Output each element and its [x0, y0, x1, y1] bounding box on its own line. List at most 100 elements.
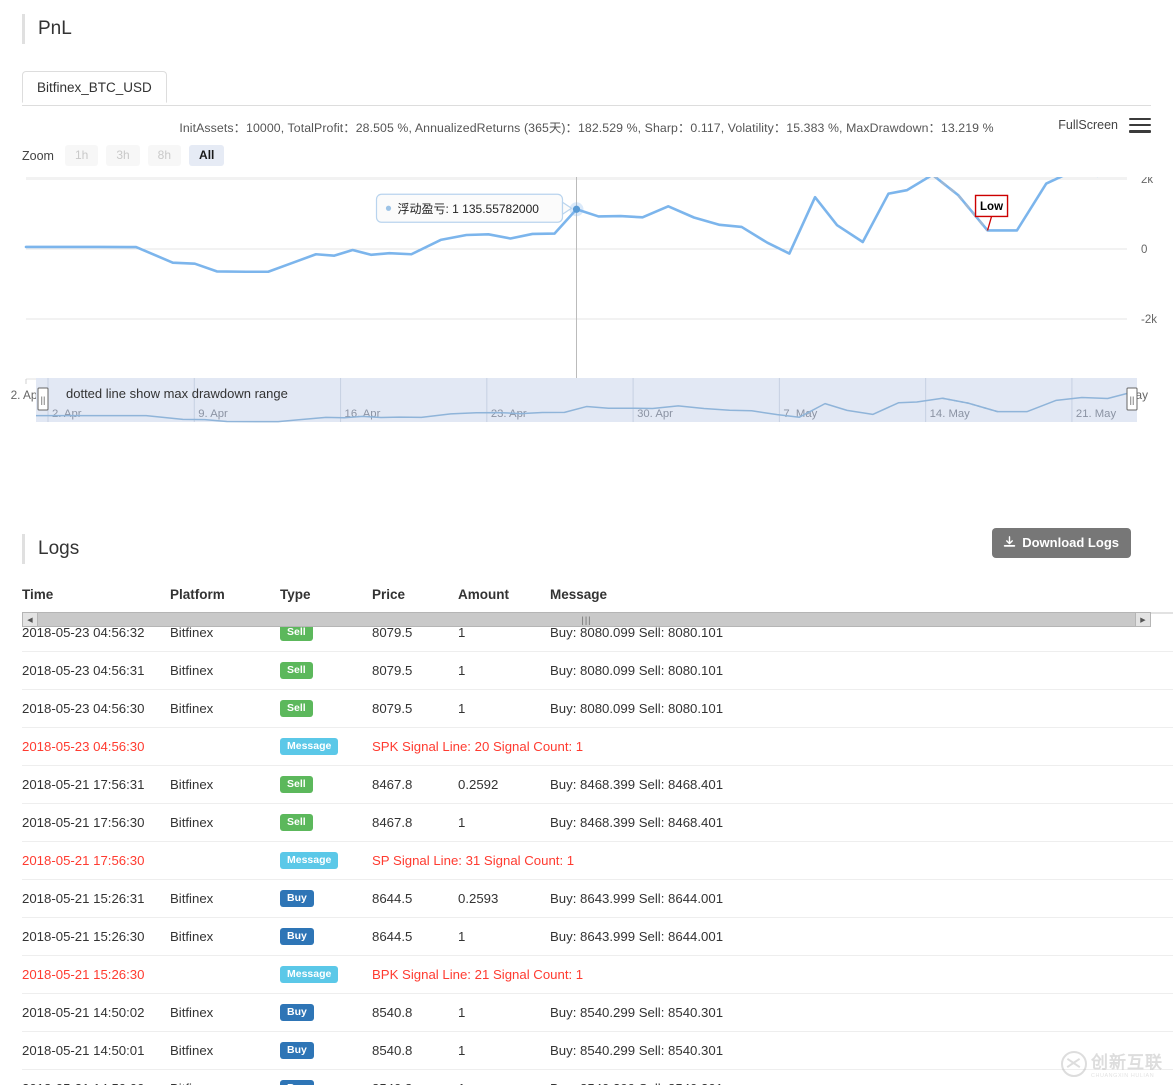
cell-platform: Bitfinex — [170, 1069, 280, 1085]
cell-price: 8540.8 — [372, 993, 458, 1033]
cell-message: Buy: 8540.299 Sell: 8540.301 — [550, 993, 1173, 1033]
scroll-right-arrow[interactable]: ▶ — [1135, 613, 1150, 626]
pnl-panel-header: PnL — [0, 0, 1173, 58]
cell-platform: Bitfinex — [170, 879, 280, 919]
column-header-platform[interactable]: Platform — [170, 578, 280, 614]
cell-type: Sell — [280, 689, 372, 729]
y-axis-tick-label: -2k — [1141, 314, 1157, 326]
cell-type: Sell — [280, 765, 372, 805]
cell-amount: 0.2592 — [458, 765, 550, 805]
download-icon — [1003, 536, 1016, 547]
cell-price: 8540.8 — [372, 1031, 458, 1071]
cell-platform: Bitfinex — [170, 917, 280, 957]
chart-navigator[interactable]: dotted line show max drawdown range 2. A… — [0, 374, 1173, 434]
cell-type: Buy — [280, 917, 372, 957]
cell-message: Buy: 8540.299 Sell: 8540.301 — [550, 1031, 1173, 1071]
cell-price: 8467.8 — [372, 803, 458, 843]
y-axis-tick-label: 2k — [1141, 177, 1153, 186]
column-header-time[interactable]: Time — [22, 578, 170, 614]
cell-type: Sell — [280, 651, 372, 691]
navigator-tick-label: 14. May — [930, 408, 971, 420]
page-title: PnL — [38, 18, 72, 39]
cell-amount: 1 — [458, 803, 550, 843]
handle-grip: || — [1130, 395, 1135, 405]
handle-grip: || — [41, 395, 46, 405]
cell-price: 8079.5 — [372, 689, 458, 729]
cell-amount: 0.2593 — [458, 879, 550, 919]
logs-title: Logs — [38, 538, 80, 559]
low-flag[interactable]: Low — [974, 194, 1009, 231]
navigator-tick-label: 2. Apr — [52, 408, 82, 420]
cell-amount: 1 — [458, 1031, 550, 1071]
table-row: 2018-05-21 14:50:01 Bitfinex Buy 8540.8 1 Buy… — [22, 1031, 1173, 1071]
status-badge: Sell — [280, 700, 313, 718]
zoom-button-3h[interactable]: 3h — [106, 145, 140, 166]
table-row: 2018-05-21 15:26:30 Message BPK Signal Lin… — [22, 955, 1173, 995]
cell-platform: Bitfinex — [170, 651, 280, 691]
scrollbar-grip[interactable]: ||| — [581, 615, 591, 625]
tab-bitfinex-btc-usd[interactable]: Bitfinex_BTC_USD — [22, 71, 167, 103]
cell-message-text: SP Signal Line: 31 Signal Count: 1 — [372, 841, 1173, 881]
y-axis-tick-label: 0 — [1141, 244, 1147, 256]
cell-price: 8079.5 — [372, 651, 458, 691]
highlight-point[interactable] — [572, 205, 581, 213]
horizontal-scrollbar[interactable]: ◀ ||| ▶ — [22, 612, 1151, 627]
cell-time: 2018-05-21 17:56:31 — [22, 765, 170, 805]
status-badge: Buy — [280, 1080, 314, 1085]
cell-time: 2018-05-23 04:56:30 — [22, 689, 170, 729]
cell-price: 8644.5 — [372, 879, 458, 919]
cell-price: 8644.5 — [372, 917, 458, 957]
cell-message: Buy: 8540.299 Sell: 8540.301 — [550, 1069, 1173, 1085]
chart-tooltip: 浮动盈亏: 1 135.55782000 — [375, 193, 573, 223]
scroll-left-arrow[interactable]: ◀ — [23, 613, 38, 626]
table-row: 2018-05-21 17:56:30 Message SP Signal Line… — [22, 841, 1173, 881]
navigator-left-handle[interactable]: || — [37, 387, 49, 411]
cell-amount: 1 — [458, 1069, 550, 1085]
table-row: 2018-05-21 14:50:00BitfinexBuy 8540.81Buy… — [22, 1069, 1173, 1085]
cell-message-text: BPK Signal Line: 21 Signal Count: 1 — [372, 955, 1173, 995]
cell-time: 2018-05-21 15:26:30 — [22, 917, 170, 957]
logs-panel-header: Logs Download Logs — [0, 520, 1173, 578]
table-row: 2018-05-23 04:56:31 Bitfinex Sell 8079.5 1 Bu… — [22, 651, 1173, 691]
cell-time: 2018-05-23 04:56:31 — [22, 651, 170, 691]
cell-time: 2018-05-21 15:26:30 — [22, 955, 170, 995]
column-header-message[interactable]: Message — [550, 578, 1173, 614]
download-logs-button[interactable]: Download Logs — [992, 528, 1131, 558]
cell-platform — [170, 727, 280, 767]
logs-table-body: 2018-05-23 04:56:32 Bitfinex Sell 8079.5 1 Bu… — [22, 613, 1173, 1085]
cell-amount: 1 — [458, 917, 550, 957]
table-header-row: Time Platform Type Price Amount Message — [22, 578, 1173, 614]
zoom-button-1h[interactable]: 1h — [64, 145, 99, 166]
hamburger-menu-icon[interactable] — [1129, 114, 1151, 136]
fullscreen-control[interactable]: FullScreen — [1058, 114, 1151, 136]
navigator-tick-label: 9. Apr — [198, 408, 228, 420]
logs-accent-bar — [22, 534, 25, 564]
cell-amount: 1 — [458, 651, 550, 691]
chart-stats-line: InitAssets：10000, TotalProfit：28.505 %, … — [179, 121, 994, 135]
download-logs-label: Download Logs — [1022, 535, 1119, 550]
status-badge: Buy — [280, 1042, 314, 1060]
cell-time: 2018-05-23 04:56:30 — [22, 727, 170, 767]
cell-type: Message — [280, 955, 372, 995]
navigator-right-handle[interactable]: || — [1126, 387, 1138, 411]
table-row: 2018-05-21 15:26:31 Bitfinex Buy 8644.5 0.25… — [22, 879, 1173, 919]
status-badge: Sell — [280, 776, 313, 794]
cell-time: 2018-05-21 15:26:31 — [22, 879, 170, 919]
low-flag-label: Low — [980, 201, 1003, 213]
column-header-amount[interactable]: Amount — [458, 578, 550, 614]
cell-platform: Bitfinex — [170, 1031, 280, 1071]
zoom-button-8h[interactable]: 8h — [147, 145, 182, 166]
table-row: 2018-05-21 17:56:30 Bitfinex Sell 8467.8 1 Bu… — [22, 803, 1173, 843]
status-badge: Message — [280, 852, 339, 870]
cell-platform: Bitfinex — [170, 803, 280, 843]
fullscreen-label[interactable]: FullScreen — [1058, 118, 1118, 132]
tab-bar: Bitfinex_BTC_USD — [22, 70, 1151, 106]
status-badge: Sell — [280, 662, 313, 680]
column-header-type[interactable]: Type — [280, 578, 372, 614]
cell-message: Buy: 8643.999 Sell: 8644.001 — [550, 917, 1173, 957]
navigator-svg[interactable]: 2. Apr 9. Apr 16. Apr 23. Apr 30. Apr 7. May 1… — [0, 374, 1173, 434]
zoom-button-all[interactable]: All — [189, 145, 225, 166]
column-header-price[interactable]: Price — [372, 578, 458, 614]
cell-platform — [170, 955, 280, 995]
logs-table: Time Platform Type Price Amount Message … — [22, 578, 1173, 1085]
